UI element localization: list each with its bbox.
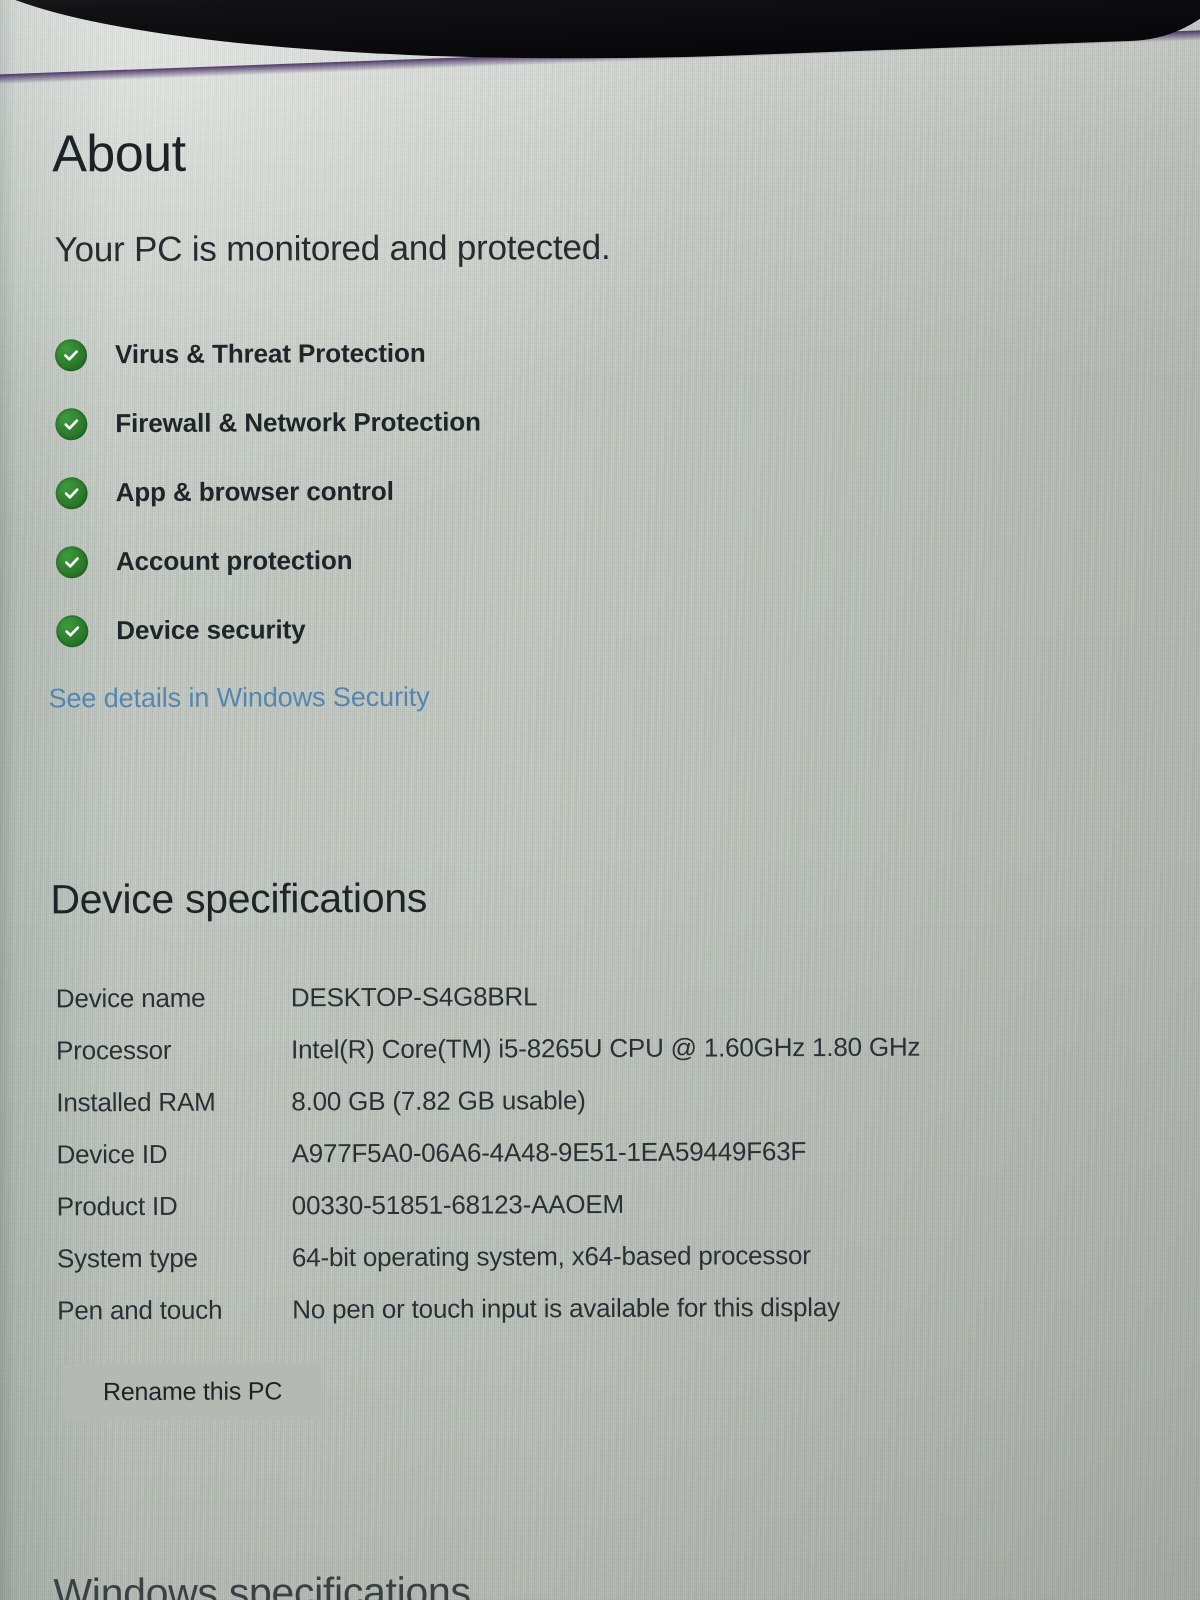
rename-this-pc-button[interactable]: Rename this PC (63, 1363, 322, 1421)
page-title: About (52, 124, 186, 184)
spec-value: 64-bit operating system, x64-based proce… (291, 1239, 811, 1272)
table-row: Installed RAM 8.00 GB (7.82 GB usable) (56, 1072, 1116, 1129)
check-circle-icon (55, 545, 89, 578)
spec-value: DESKTOP-S4G8BRL (290, 980, 538, 1012)
table-row: Device name DESKTOP-S4G8BRL (56, 968, 1116, 1025)
see-details-in-windows-security-link[interactable]: See details in Windows Security (48, 682, 429, 715)
status-item-label: App & browser control (115, 475, 394, 508)
check-circle-icon (54, 338, 88, 371)
status-item-device-security[interactable]: Device security (49, 593, 749, 665)
status-item-label: Virus & Threat Protection (114, 337, 426, 370)
security-status-headline: Your PC is monitored and protected. (54, 227, 611, 270)
status-item-app-browser-control[interactable]: App & browser control (49, 455, 749, 527)
spec-value: No pen or touch input is available for t… (292, 1291, 840, 1324)
status-item-label: Device security (116, 614, 306, 646)
check-circle-icon (56, 614, 89, 647)
spec-label: Product ID (56, 1190, 178, 1221)
windows-specifications-heading: Windows specifications (53, 1568, 471, 1600)
spec-label: System type (56, 1242, 198, 1273)
spec-value: 00330-51851-68123-AAOEM (291, 1188, 625, 1220)
table-row: Device ID A977F5A0-06A6-4A48-9E51-1EA594… (56, 1124, 1116, 1181)
settings-about-page: About Your PC is monitored and protected… (0, 0, 1200, 1600)
table-row: Processor Intel(R) Core(TM) i5-8265U CPU… (56, 1020, 1116, 1077)
spec-label: Installed RAM (56, 1086, 216, 1117)
status-item-label: Account protection (115, 545, 353, 577)
table-row: Pen and touch No pen or touch input is a… (57, 1280, 1117, 1337)
spec-value: Intel(R) Core(TM) i5-8265U CPU @ 1.60GHz… (291, 1031, 921, 1064)
spec-value: A977F5A0-06A6-4A48-9E51-1EA59449F63F (291, 1135, 807, 1168)
spec-label: Pen and touch (57, 1294, 223, 1325)
spec-label: Processor (56, 1034, 172, 1065)
table-row: System type 64-bit operating system, x64… (57, 1228, 1117, 1285)
device-specifications-table: Device name DESKTOP-S4G8BRL Processor In… (56, 968, 1118, 1337)
status-item-virus-threat-protection[interactable]: Virus & Threat Protection (48, 317, 748, 389)
spec-value: 8.00 GB (7.82 GB usable) (291, 1084, 586, 1116)
status-item-account-protection[interactable]: Account protection (49, 524, 749, 596)
status-item-label: Firewall & Network Protection (115, 406, 481, 439)
spec-label: Device ID (56, 1138, 168, 1169)
check-circle-icon (55, 407, 88, 440)
device-specifications-heading: Device specifications (50, 874, 428, 923)
status-item-firewall-network-protection[interactable]: Firewall & Network Protection (48, 386, 748, 458)
table-row: Product ID 00330-51851-68123-AAOEM (57, 1176, 1117, 1233)
photo-of-laptop-screen: About Your PC is monitored and protected… (0, 0, 1200, 1600)
spec-label: Device name (55, 982, 206, 1013)
security-status-list: Virus & Threat Protection Firewall & Net… (48, 317, 749, 665)
check-circle-icon (55, 476, 88, 509)
